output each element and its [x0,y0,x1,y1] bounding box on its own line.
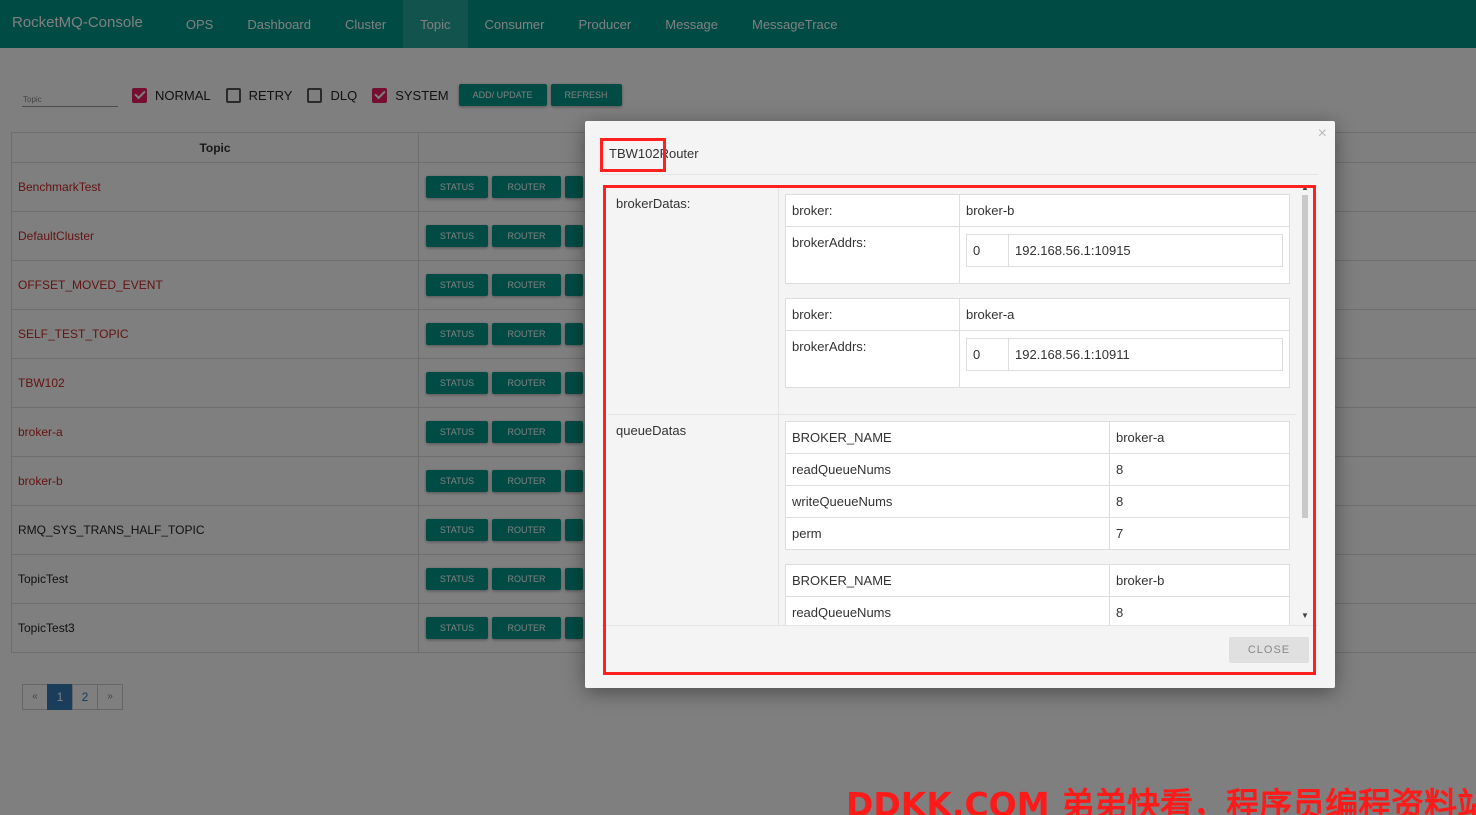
annotation-box-title [600,138,666,172]
modal-title-divider [602,174,1318,175]
close-icon[interactable]: × [1318,125,1327,143]
annotation-box-body [603,185,1316,675]
watermark-text: DDKK.COM 弟弟快看，程序员编程资料站 [846,785,1476,815]
